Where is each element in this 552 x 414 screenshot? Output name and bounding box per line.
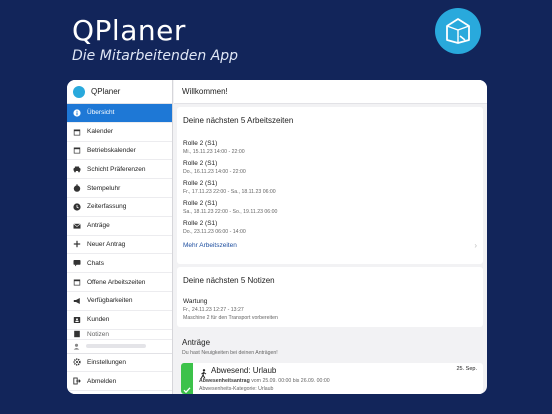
more-shifts-link[interactable]: Mehr Arbeitszeiten › bbox=[177, 237, 483, 254]
sidebar-item-label: Übersicht bbox=[87, 109, 115, 117]
request-date: 25. Sep. bbox=[456, 366, 478, 372]
sidebar-item-kalender[interactable]: Kalender bbox=[67, 123, 172, 142]
shift-role: Rolle 2 (S1) bbox=[183, 180, 218, 187]
promo-subtitle: Die Mitarbeitenden App bbox=[72, 48, 239, 64]
car-icon bbox=[73, 165, 81, 173]
info-icon bbox=[73, 109, 81, 117]
request-range: vom 25.09. 00:00 bis 26.09. 00:00 bbox=[251, 378, 330, 384]
shift-time: Fr., 17.11.23 22:00 - Sa., 18.11.23 06:0… bbox=[183, 189, 276, 195]
user-name-redacted bbox=[86, 344, 146, 349]
checkmark-icon bbox=[183, 381, 191, 394]
contact-icon bbox=[73, 316, 81, 324]
promo-title: QPlaner bbox=[72, 14, 186, 47]
sidebar-item-label: Notizen bbox=[87, 330, 110, 338]
sidebar-item-label: Neuer Antrag bbox=[87, 240, 126, 248]
shift-item[interactable]: Rolle 2 (S1) Fr., 17.11.23 22:00 - Sa., … bbox=[177, 177, 483, 197]
clock-icon bbox=[73, 203, 81, 211]
user-icon bbox=[73, 337, 80, 355]
sidebar-item-label: Stempeluhr bbox=[87, 184, 121, 192]
shift-role: Rolle 2 (S1) bbox=[183, 220, 218, 227]
shift-role: Rolle 2 (S1) bbox=[183, 160, 218, 167]
more-shifts-label: Mehr Arbeitszeiten bbox=[183, 242, 237, 249]
user-profile-row[interactable] bbox=[67, 340, 172, 354]
sidebar-item-betriebskalender[interactable]: Betriebskalender bbox=[67, 142, 172, 161]
requests-subtitle: Du hast Neuigkeiten bei deinen Anträgen! bbox=[182, 350, 278, 356]
shift-item[interactable]: Rolle 2 (S1) Mi., 15.11.23 14:00 - 22:00 bbox=[177, 137, 483, 157]
note-title: Wartung bbox=[183, 298, 208, 305]
sidebar-item-antraege[interactable]: Anträge bbox=[67, 217, 172, 236]
request-item[interactable]: Abwesend: Urlaub 25. Sep. Abwesenheitsan… bbox=[181, 363, 483, 394]
request-status-bar bbox=[181, 363, 193, 394]
sidebar-item-label: Chats bbox=[87, 259, 104, 267]
gear-icon bbox=[73, 358, 81, 367]
requests-title: Anträge bbox=[182, 338, 211, 347]
app-logo-icon bbox=[73, 85, 85, 98]
sidebar-item-label: Anträge bbox=[87, 222, 110, 230]
sidebar: QPlaner Übersicht Kalender Betriebskalen… bbox=[67, 80, 173, 394]
request-type: Abwesenheitsantrag bbox=[199, 378, 250, 384]
page-title: Willkommen! bbox=[174, 80, 487, 104]
shift-time: Mi., 15.11.23 14:00 - 22:00 bbox=[183, 149, 245, 155]
note-text: Maschine 2 für den Transport vorbereiten bbox=[183, 315, 278, 321]
request-title: Abwesend: Urlaub bbox=[211, 366, 277, 375]
shift-item[interactable]: Rolle 2 (S1) Sa., 18.11.23 22:00 - So., … bbox=[177, 197, 483, 217]
calendar-icon bbox=[73, 146, 81, 154]
calendar-icon bbox=[73, 278, 81, 286]
shift-item[interactable]: Rolle 2 (S1) Do., 16.11.23 14:00 - 22:00 bbox=[177, 157, 483, 177]
envelope-icon bbox=[73, 222, 81, 230]
request-line-2: Abwesenheits-Kategorie: Urlaub bbox=[199, 386, 274, 392]
megaphone-icon bbox=[73, 297, 81, 305]
shift-time: Sa., 18.11.23 22:00 - So., 19.11.23 06:0… bbox=[183, 209, 278, 215]
sidebar-item-label: Kalender bbox=[87, 128, 114, 136]
stopwatch-icon bbox=[73, 184, 81, 192]
shifts-card-title: Deine nächsten 5 Arbeitszeiten bbox=[183, 116, 294, 125]
requests-section: Anträge Du hast Neuigkeiten bei deinen A… bbox=[182, 338, 278, 356]
sidebar-app-name: QPlaner bbox=[91, 87, 121, 96]
sidebar-item-neuer-antrag[interactable]: Neuer Antrag bbox=[67, 236, 172, 255]
logout-icon bbox=[73, 377, 81, 385]
calendar-icon bbox=[73, 128, 81, 136]
note-time: Fr., 24.11.23 12:27 - 13:27 bbox=[183, 307, 244, 313]
shift-role: Rolle 2 (S1) bbox=[183, 200, 218, 207]
chat-icon bbox=[73, 259, 81, 267]
shifts-card: Deine nächsten 5 Arbeitszeiten Rolle 2 (… bbox=[177, 107, 483, 264]
sidebar-item-label: Zeiterfassung bbox=[87, 203, 127, 211]
notes-card: Deine nächsten 5 Notizen Wartung Fr., 24… bbox=[177, 267, 483, 327]
sidebar-item-einstellungen[interactable]: Einstellungen bbox=[67, 354, 172, 373]
shift-role: Rolle 2 (S1) bbox=[183, 140, 218, 147]
sidebar-item-label: Offene Arbeitszeiten bbox=[87, 278, 146, 286]
notes-card-title: Deine nächsten 5 Notizen bbox=[183, 276, 275, 285]
sidebar-item-zeiterfassung[interactable]: Zeiterfassung bbox=[67, 198, 172, 217]
sidebar-item-stempeluhr[interactable]: Stempeluhr bbox=[67, 179, 172, 198]
sidebar-item-label: Verfügbarkeiten bbox=[87, 297, 133, 305]
shift-item[interactable]: Rolle 2 (S1) Do., 23.11.23 06:00 - 14:00 bbox=[177, 217, 483, 237]
sidebar-item-schicht-praeferenzen[interactable]: Schicht Präferenzen bbox=[67, 160, 172, 180]
house-logo-icon bbox=[446, 18, 470, 44]
sidebar-item-label: Schicht Präferenzen bbox=[87, 165, 146, 173]
sidebar-item-label: Einstellungen bbox=[87, 358, 127, 366]
note-item[interactable]: Wartung Fr., 24.11.23 12:27 - 13:27 Masc… bbox=[177, 295, 483, 323]
sidebar-item-label: Betriebskalender bbox=[87, 146, 136, 154]
sidebar-item-abmelden[interactable]: Abmelden bbox=[67, 372, 172, 392]
sidebar-item-label: Kunden bbox=[87, 316, 110, 324]
sidebar-item-chats[interactable]: Chats bbox=[67, 254, 172, 274]
sidebar-item-offene-arbeitszeiten[interactable]: Offene Arbeitszeiten bbox=[67, 273, 172, 292]
app-window: QPlaner Übersicht Kalender Betriebskalen… bbox=[67, 80, 487, 394]
sidebar-header: QPlaner bbox=[67, 80, 172, 104]
sidebar-item-label: Abmelden bbox=[87, 377, 117, 385]
main-content: Willkommen! Deine nächsten 5 Arbeitszeit… bbox=[174, 80, 487, 394]
request-line-1: Abwesenheitsantrag vom 25.09. 00:00 bis … bbox=[199, 378, 330, 384]
sidebar-item-notizen[interactable]: Notizen bbox=[67, 330, 172, 340]
plus-icon bbox=[73, 240, 81, 248]
sidebar-item-kunden[interactable]: Kunden bbox=[67, 311, 172, 330]
shift-time: Do., 16.11.23 14:00 - 22:00 bbox=[183, 169, 246, 175]
app-logo bbox=[435, 8, 481, 54]
chevron-right-icon: › bbox=[474, 241, 477, 250]
sidebar-item-uebersicht[interactable]: Übersicht bbox=[67, 104, 172, 123]
shift-time: Do., 23.11.23 06:00 - 14:00 bbox=[183, 229, 246, 235]
sidebar-item-verfuegbarkeiten[interactable]: Verfügbarkeiten bbox=[67, 292, 172, 311]
